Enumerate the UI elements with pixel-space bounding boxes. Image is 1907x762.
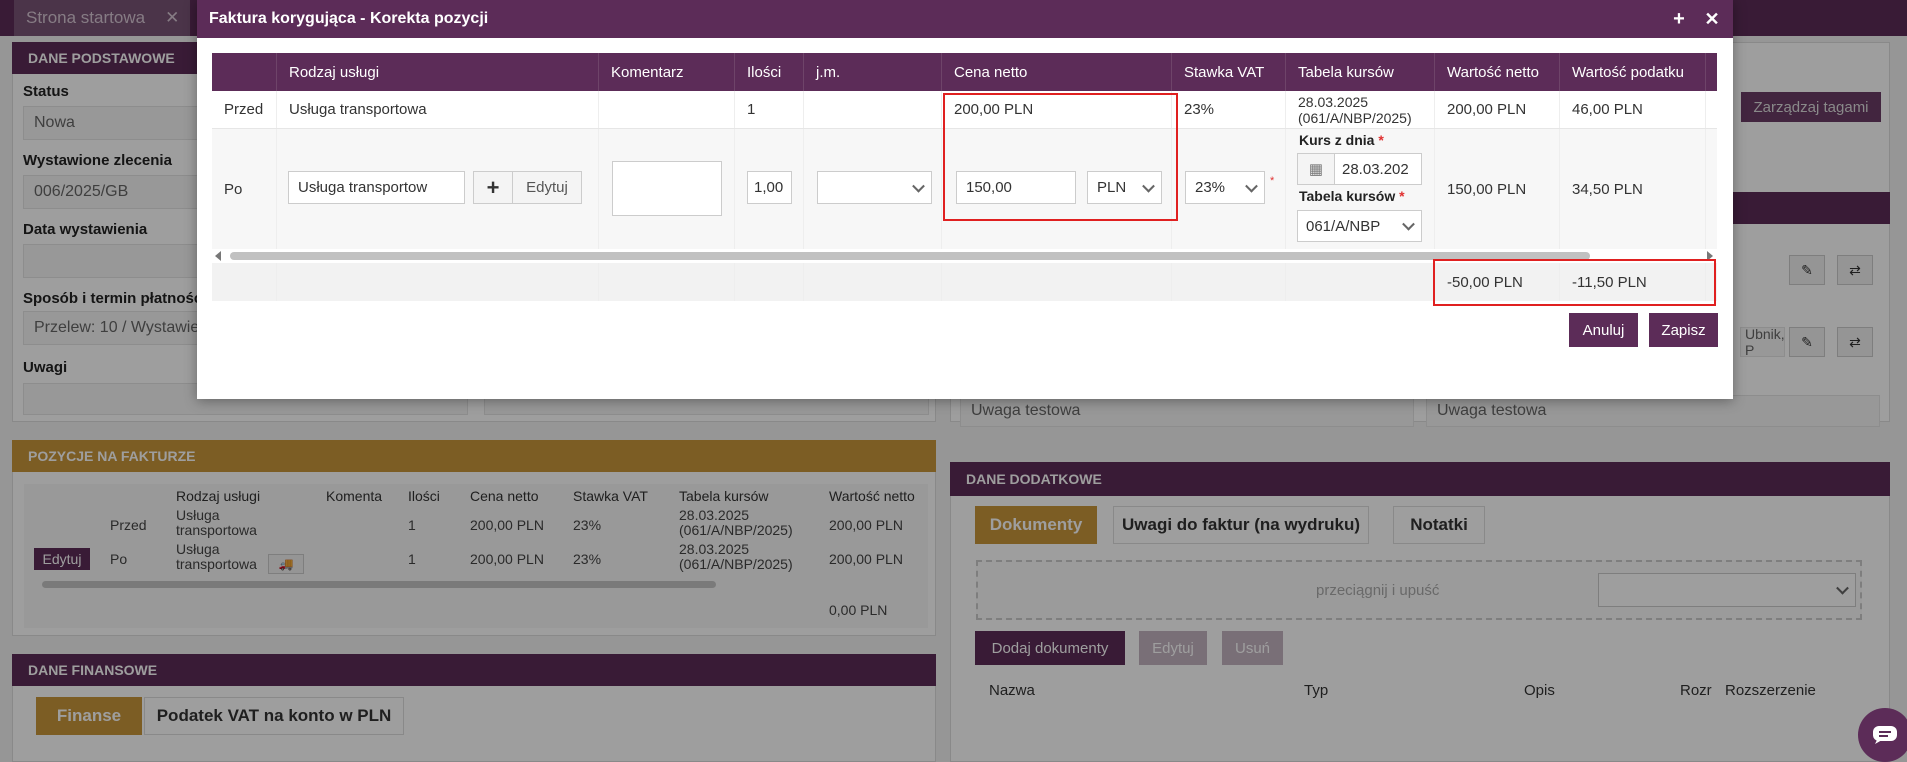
th-vat: Stawka VAT xyxy=(1172,53,1286,91)
highlight-difference xyxy=(1433,259,1716,306)
quantity-input[interactable]: 1,00 xyxy=(747,171,792,204)
th-kind xyxy=(212,53,277,91)
comment-input[interactable] xyxy=(612,161,722,216)
table-scrollbar-thumb[interactable] xyxy=(230,252,1590,260)
before-unit xyxy=(804,91,942,128)
rate-table-label-text: Tabela kursów xyxy=(1299,188,1396,204)
vat-required-mark: * xyxy=(1270,175,1275,187)
diff-c5 xyxy=(942,263,1172,301)
before-label: Przed xyxy=(212,91,277,128)
before-net: 200,00 PLN xyxy=(1435,91,1560,128)
after-tax: 34,50 PLN xyxy=(1560,129,1706,249)
before-tax: 46,00 PLN xyxy=(1560,91,1706,128)
before-comment xyxy=(599,91,735,128)
maximize-icon[interactable]: + xyxy=(1668,8,1690,30)
th-rate-table: Tabela kursów xyxy=(1286,53,1435,91)
close-icon[interactable]: ✕ xyxy=(1701,8,1723,30)
diff-c0 xyxy=(212,263,277,301)
diff-c6 xyxy=(1172,263,1286,301)
diff-c7 xyxy=(1286,263,1435,301)
rate-table-select[interactable]: 061/A/NBP xyxy=(1297,210,1422,242)
before-vat: 23% xyxy=(1172,91,1286,128)
rate-date-label-text: Kurs z dnia xyxy=(1299,132,1375,148)
th-net: Wartość netto xyxy=(1435,53,1560,91)
before-qty: 1 xyxy=(735,91,804,128)
rate-table-label: Tabela kursów * xyxy=(1299,188,1405,204)
vat-value: 23% xyxy=(1195,179,1226,196)
after-net: 150,00 PLN xyxy=(1435,129,1560,249)
rate-date-input[interactable]: 28.03.202 xyxy=(1334,153,1422,185)
th-service: Rodzaj usługi xyxy=(277,53,599,91)
after-label: Po xyxy=(212,129,277,249)
th-unit: j.m. xyxy=(804,53,942,91)
diff-c3 xyxy=(735,263,804,301)
save-button[interactable]: Zapisz xyxy=(1649,313,1718,347)
before-rate-table: 28.03.2025 (061/A/NBP/2025) xyxy=(1286,91,1435,128)
unit-select[interactable] xyxy=(817,171,932,204)
rate-table-value: 061/A/NBP xyxy=(1306,217,1381,235)
service-edit-button[interactable]: Edytuj xyxy=(512,171,582,204)
th-price: Cena netto xyxy=(942,53,1172,91)
add-icon[interactable]: + xyxy=(473,171,513,204)
vat-select[interactable]: 23% xyxy=(1185,171,1265,204)
calendar-icon[interactable]: ▦ xyxy=(1297,153,1335,185)
chat-button[interactable] xyxy=(1858,708,1907,762)
highlight-price xyxy=(943,93,1178,221)
th-comment: Komentarz xyxy=(599,53,735,91)
cancel-button[interactable]: Anuluj xyxy=(1569,313,1638,347)
modal-title: Faktura korygująca - Korekta pozycji xyxy=(209,10,489,27)
th-qty: Ilości xyxy=(735,53,804,91)
th-tax: Wartość podatku xyxy=(1560,53,1706,91)
diff-c4 xyxy=(804,263,942,301)
chat-icon xyxy=(1873,726,1897,744)
service-input[interactable]: Usługa transportow xyxy=(288,171,465,204)
correction-modal: Faktura korygująca - Korekta pozycji + ✕… xyxy=(197,0,1733,399)
before-service: Usługa transportowa xyxy=(277,91,599,128)
diff-c2 xyxy=(599,263,735,301)
diff-c1 xyxy=(277,263,599,301)
rate-date-label: Kurs z dnia * xyxy=(1299,132,1384,148)
modal-table-header: Rodzaj usługi Komentarz Ilości j.m. Cena… xyxy=(212,53,1717,91)
scroll-left-icon[interactable] xyxy=(215,251,221,261)
modal-header: Faktura korygująca - Korekta pozycji xyxy=(197,0,1733,38)
